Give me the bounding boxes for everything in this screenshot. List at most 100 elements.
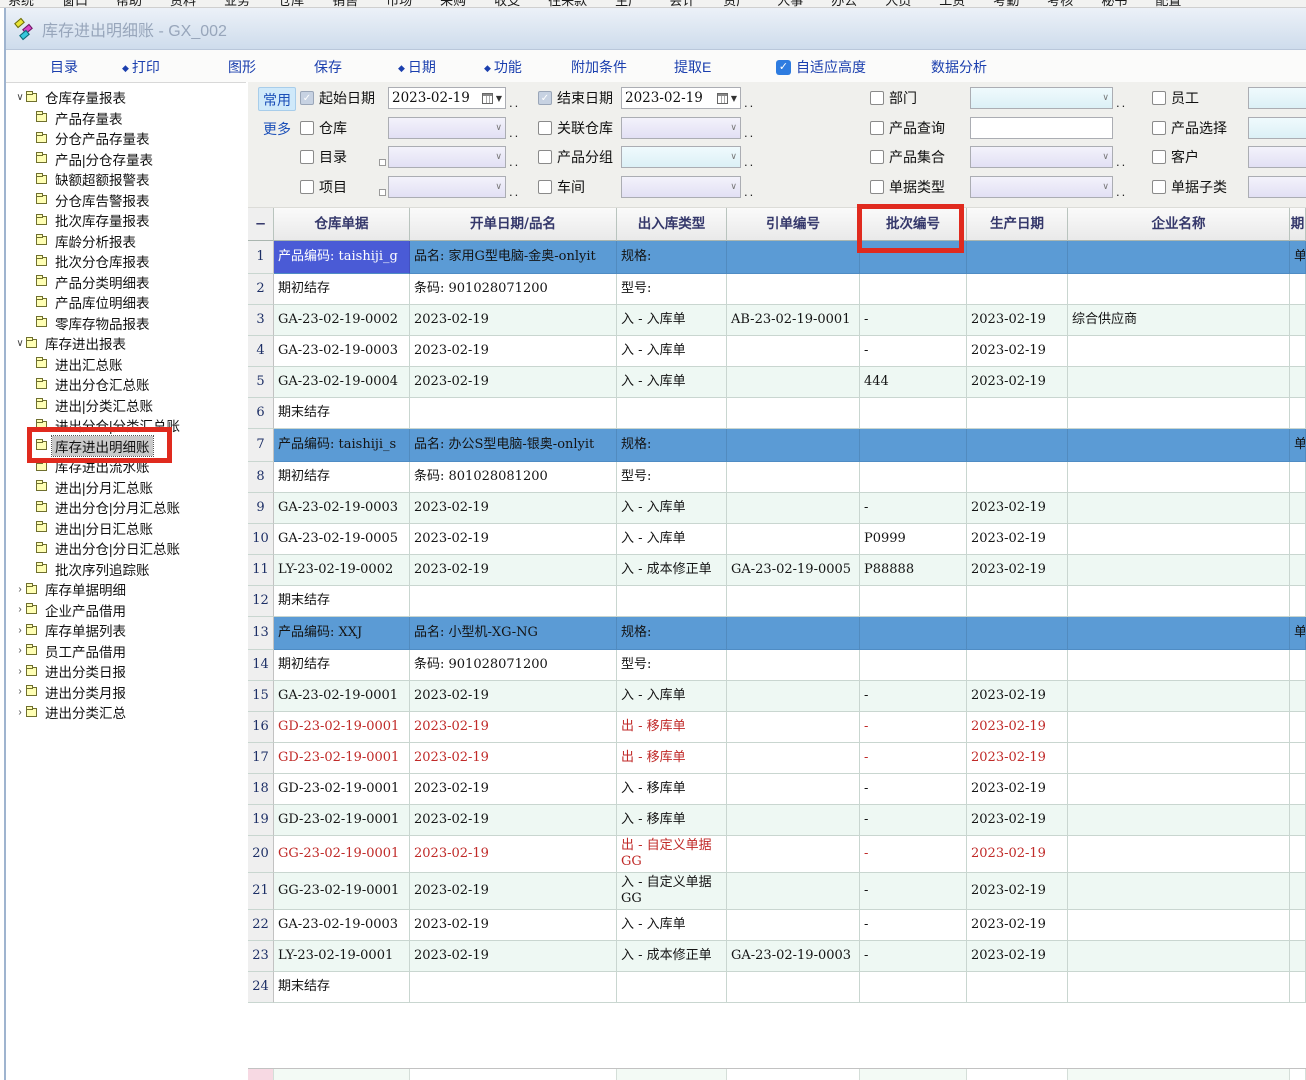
table-cell[interactable]: 2023-02-19 <box>410 873 617 910</box>
table-cell[interactable]: 2023-02-19 <box>967 836 1068 873</box>
table-row[interactable]: 7产品编码: taishiji_s品名: 办公S型电脑-银奥-onlyit规格:… <box>248 429 1306 462</box>
column-header-7[interactable]: 期 <box>1290 208 1306 241</box>
table-cell[interactable] <box>1290 586 1306 617</box>
sidebar-group[interactable]: ∨库存进出报表 <box>6 333 246 354</box>
table-cell[interactable] <box>1290 398 1306 429</box>
table-cell[interactable] <box>727 398 860 429</box>
table-cell[interactable]: 期初结存 <box>274 650 410 681</box>
table-cell[interactable] <box>1290 367 1306 398</box>
sidebar-group[interactable]: ›库存单据明细 <box>6 579 246 600</box>
filter-select[interactable]: ∨ <box>388 176 506 198</box>
table-cell[interactable]: 入 - 入库单 <box>617 681 727 712</box>
table-cell[interactable] <box>1290 305 1306 336</box>
table-cell[interactable] <box>410 398 617 429</box>
table-cell[interactable]: 产品编码: taishiji_g <box>274 241 410 274</box>
menu-item[interactable]: 收支 <box>494 0 520 8</box>
menu-item[interactable]: 会计 <box>669 0 695 8</box>
table-cell[interactable]: 综合供应商 <box>1068 305 1290 336</box>
table-cell[interactable]: 规格: <box>617 241 727 274</box>
table-cell[interactable]: 入 - 入库单 <box>617 910 727 941</box>
sidebar-item[interactable]: 批次库存量报表 <box>6 210 246 231</box>
table-cell[interactable]: 入 - 入库单 <box>617 305 727 336</box>
table-cell[interactable] <box>1068 586 1290 617</box>
table-cell[interactable]: LY-23-02-19-0002 <box>274 555 410 586</box>
table-cell[interactable]: 入 - 移库单 <box>617 774 727 805</box>
expand-arrow-icon[interactable]: ∨ <box>14 338 26 349</box>
table-cell[interactable] <box>1290 336 1306 367</box>
mini-checkbox[interactable] <box>379 189 386 196</box>
menu-item[interactable]: 销售 <box>332 0 358 8</box>
table-row[interactable]: 15GA-23-02-19-00012023-02-19入 - 入库单-2023… <box>248 681 1306 712</box>
filter-checkbox[interactable]: 部门 <box>870 87 917 109</box>
sidebar-item[interactable]: 进出分仓|分日汇总账 <box>6 538 246 559</box>
table-cell[interactable]: P88888 <box>860 555 967 586</box>
table-cell[interactable]: 2023-02-19 <box>410 555 617 586</box>
table-cell[interactable] <box>1068 274 1290 305</box>
table-cell[interactable]: 2023-02-19 <box>410 743 617 774</box>
sidebar-item[interactable]: 批次序列追踪账 <box>6 559 246 580</box>
table-cell[interactable] <box>1290 650 1306 681</box>
column-header-5[interactable]: 生产日期 <box>967 208 1068 241</box>
checkbox-icon[interactable] <box>1152 150 1166 164</box>
sidebar-item[interactable]: 库龄分析报表 <box>6 231 246 252</box>
chevron-down-icon[interactable]: ∨ <box>730 152 737 162</box>
sidebar-item[interactable]: 进出分仓|分月汇总账 <box>6 497 246 518</box>
table-cell[interactable] <box>1068 712 1290 743</box>
checkbox-icon[interactable] <box>300 150 314 164</box>
toolbar-button[interactable]: ◆打印 <box>122 57 160 77</box>
checkbox-checked-icon[interactable]: ✓ <box>300 91 314 105</box>
sidebar-group[interactable]: ›进出分类日报 <box>6 661 246 682</box>
table-cell[interactable]: GD-23-02-19-0001 <box>274 805 410 836</box>
table-cell[interactable]: 品名: 小型机-XG-NG <box>410 617 617 650</box>
table-cell[interactable]: GG-23-02-19-0001 <box>274 836 410 873</box>
table-cell[interactable]: GD-23-02-19-0001 <box>274 743 410 774</box>
table-cell[interactable]: GA-23-02-19-0003 <box>727 941 860 972</box>
table-cell[interactable] <box>727 681 860 712</box>
table-cell[interactable] <box>617 586 727 617</box>
filter-date-input[interactable]: 2023-02-19▼ <box>621 87 741 109</box>
sidebar-item[interactable]: 进出汇总账 <box>6 354 246 375</box>
table-cell[interactable] <box>860 650 967 681</box>
table-cell[interactable] <box>727 429 860 462</box>
sidebar-item[interactable]: 零库存物品报表 <box>6 313 246 334</box>
table-cell[interactable]: 2023-02-19 <box>410 367 617 398</box>
dropdown-arrow-icon[interactable]: ▼ <box>731 94 737 103</box>
table-row[interactable]: 23LY-23-02-19-00012023-02-19入 - 成本修正单GA-… <box>248 941 1306 972</box>
checkbox-icon[interactable] <box>538 121 552 135</box>
calendar-icon[interactable] <box>482 93 493 104</box>
table-cell[interactable] <box>1290 274 1306 305</box>
table-cell[interactable] <box>860 617 967 650</box>
table-cell[interactable] <box>1068 650 1290 681</box>
table-cell[interactable]: 2023-02-19 <box>410 524 617 555</box>
table-cell[interactable] <box>1290 555 1306 586</box>
table-cell[interactable] <box>1290 493 1306 524</box>
table-cell[interactable]: - <box>860 336 967 367</box>
checkbox-icon[interactable] <box>870 180 884 194</box>
table-cell[interactable]: GD-23-02-19-0001 <box>274 774 410 805</box>
sidebar-item[interactable]: 产品分类明细表 <box>6 272 246 293</box>
filter-select[interactable]: ∨ <box>621 146 741 168</box>
menu-item[interactable]: 生产 <box>615 0 641 8</box>
ellipsis-button[interactable]: .. <box>509 154 520 169</box>
sidebar-item[interactable]: 缺额超额报警表 <box>6 169 246 190</box>
checkbox-icon[interactable] <box>1152 91 1166 105</box>
sidebar-item[interactable]: 产品库位明细表 <box>6 292 246 313</box>
table-cell[interactable]: 单 <box>1290 241 1306 274</box>
table-cell[interactable] <box>1068 873 1290 910</box>
filter-select[interactable] <box>1248 87 1306 109</box>
checkbox-icon[interactable] <box>870 150 884 164</box>
table-cell[interactable] <box>1068 805 1290 836</box>
chevron-down-icon[interactable]: ∨ <box>1102 182 1109 192</box>
table-cell[interactable]: 产品编码: XXJ <box>274 617 410 650</box>
filter-checkbox[interactable]: 单据类型 <box>870 176 945 198</box>
table-cell[interactable]: 2023-02-19 <box>967 336 1068 367</box>
table-cell[interactable] <box>1068 398 1290 429</box>
table-cell[interactable] <box>727 274 860 305</box>
table-cell[interactable] <box>1068 462 1290 493</box>
table-cell[interactable]: 期末结存 <box>274 972 410 1003</box>
ellipsis-button[interactable]: .. <box>744 95 755 110</box>
table-cell[interactable] <box>727 712 860 743</box>
table-cell[interactable] <box>727 910 860 941</box>
sidebar-item[interactable]: 产品存量表 <box>6 108 246 129</box>
ellipsis-button[interactable]: .. <box>744 125 755 140</box>
